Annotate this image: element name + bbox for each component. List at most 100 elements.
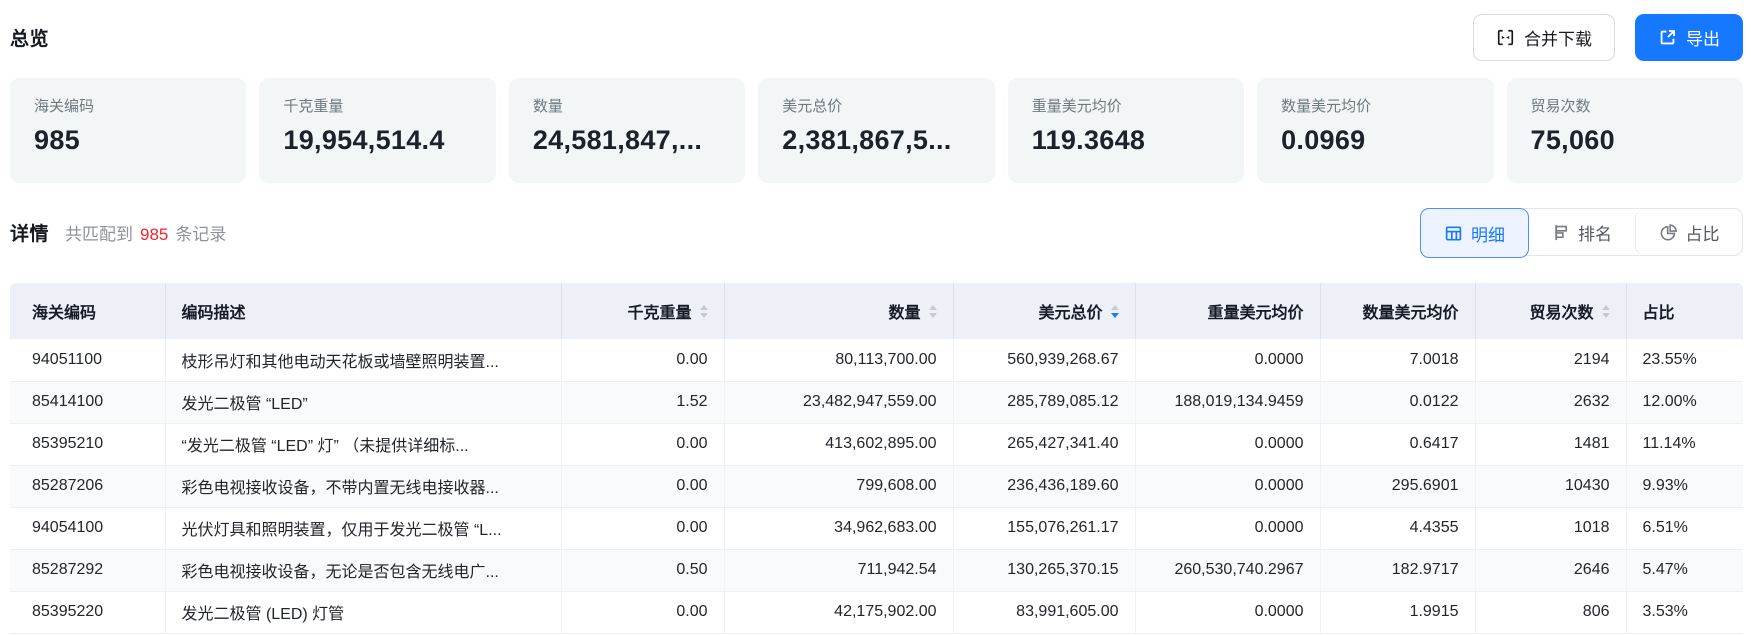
stat-card: 数量 24,581,847,... xyxy=(509,78,745,183)
table-cell: 711,942.54 xyxy=(724,549,953,591)
table-cell: 85287206 xyxy=(10,465,165,507)
table-cell: 42,175,902.00 xyxy=(724,591,953,633)
match-info: 共匹配到 985 条记录 xyxy=(65,220,226,245)
table-row[interactable]: 85287206彩色电视接收设备，不带内置无线电接收器...0.00799,60… xyxy=(10,465,1743,507)
sort-caret-icon xyxy=(929,305,937,318)
sort-caret-icon xyxy=(1602,305,1610,318)
table-cell: 4.4355 xyxy=(1320,507,1475,549)
stat-card: 千克重量19,954,514.4 xyxy=(259,78,495,183)
export-button[interactable]: 导出 xyxy=(1635,14,1743,61)
stat-label: 海关编码 xyxy=(34,95,222,116)
view-tabs: 明细 排名 占比 xyxy=(1420,208,1743,256)
column-header: 编码描述 xyxy=(165,283,561,339)
match-prefix: 共匹配到 xyxy=(65,225,133,244)
top-bar: 总览 合并下载 xyxy=(10,13,1743,61)
table-cell: 1.9915 xyxy=(1320,591,1475,633)
merge-cells-icon xyxy=(1496,28,1515,47)
sort-caret-icon xyxy=(700,305,708,318)
column-label: 占比 xyxy=(1643,299,1675,323)
table-cell: 0.00 xyxy=(561,507,724,549)
table-cell: 12.00% xyxy=(1626,381,1743,423)
stat-value: 2,381,867,5... xyxy=(782,125,970,156)
table-cell: 0.50 xyxy=(561,549,724,591)
table-cell: 彩色电视接收设备，不带内置无线电接收器... xyxy=(165,465,561,507)
column-header[interactable]: 千克重量 xyxy=(561,283,724,339)
table-cell: 285,789,085.12 xyxy=(953,381,1135,423)
table-cell: 265,427,341.40 xyxy=(953,423,1135,465)
table-cell: 85287292 xyxy=(10,549,165,591)
table-cell: 9.93% xyxy=(1626,465,1743,507)
table-cell: 光伏灯具和照明装置，仅用于发光二极管 “L... xyxy=(165,507,561,549)
stat-value: 0.0969 xyxy=(1281,125,1469,156)
table-cell: 94054100 xyxy=(10,507,165,549)
stat-label: 数量 xyxy=(533,95,721,116)
table-row[interactable]: 85287292彩色电视接收设备，无论是否包含无线电广...0.50711,94… xyxy=(10,549,1743,591)
table-row[interactable]: 85395210“发光二极管 “LED” 灯” （未提供详细标...0.0041… xyxy=(10,423,1743,465)
column-header[interactable]: 美元总价 xyxy=(953,283,1135,339)
table-cell: 3.53% xyxy=(1626,591,1743,633)
column-header[interactable]: 贸易次数 xyxy=(1475,283,1626,339)
match-suffix: 条记录 xyxy=(175,225,226,244)
column-label: 美元总价 xyxy=(1038,299,1102,323)
stats-row: 海关编码 985 千克重量19,954,514.4 数量 24,581,847,... 美… xyxy=(10,78,1743,183)
merge-download-button[interactable]: 合并下载 xyxy=(1473,14,1615,61)
table-cell: 236,436,189.60 xyxy=(953,465,1135,507)
stat-card: 重量美元均价119.3648 xyxy=(1008,78,1244,183)
table-header-row: 海关编码 编码描述 千克重量 数量 美元总价 重量美元均价数量美元均价贸易次数占比 xyxy=(10,283,1743,339)
table-cell: 发光二极管 (LED) 灯管 xyxy=(165,591,561,633)
column-header[interactable]: 数量 xyxy=(724,283,953,339)
table-cell: 130,265,370.15 xyxy=(953,549,1135,591)
table-cell: 295.6901 xyxy=(1320,465,1475,507)
column-header: 占比 xyxy=(1626,283,1743,339)
tab-detail[interactable]: 明细 xyxy=(1420,208,1529,258)
table-cell: 85395210 xyxy=(10,423,165,465)
column-header: 数量美元均价 xyxy=(1320,283,1475,339)
stat-card: 美元总价 2,381,867,5... xyxy=(758,78,994,183)
table-cell: 0.0000 xyxy=(1135,591,1320,633)
tab-label: 占比 xyxy=(1686,220,1720,245)
table-cell: 彩色电视接收设备，无论是否包含无线电广... xyxy=(165,549,561,591)
table-cell: 806 xyxy=(1475,591,1626,633)
table-cell: 83,991,605.00 xyxy=(953,591,1135,633)
pie-icon xyxy=(1659,223,1678,242)
stat-value: 24,581,847,... xyxy=(533,125,721,156)
table-cell: “发光二极管 “LED” 灯” （未提供详细标... xyxy=(165,423,561,465)
stat-card: 海关编码 985 xyxy=(10,78,246,183)
table-row[interactable]: 94054100光伏灯具和照明装置，仅用于发光二极管 “L...0.0034,9… xyxy=(10,507,1743,549)
table-cell: 23,482,947,559.00 xyxy=(724,381,953,423)
tab-label: 排名 xyxy=(1578,220,1612,245)
page-title: 总览 xyxy=(10,24,49,51)
table-cell: 182.9717 xyxy=(1320,549,1475,591)
table-row[interactable]: 85414100发光二极管 “LED”1.5223,482,947,559.00… xyxy=(10,381,1743,423)
table-cell: 23.55% xyxy=(1626,339,1743,381)
tab-proportion[interactable]: 占比 xyxy=(1635,209,1742,255)
records-table: 海关编码 编码描述 千克重量 数量 美元总价 重量美元均价数量美元均价贸易次数占比 940… xyxy=(10,283,1743,634)
column-label: 编码描述 xyxy=(182,299,246,323)
details-row: 详情 共匹配到985条记录 明细排名占比 xyxy=(10,208,1743,256)
table-cell: 0.6417 xyxy=(1320,423,1475,465)
table-cell: 11.14% xyxy=(1626,423,1743,465)
export-label: 导出 xyxy=(1686,25,1720,50)
table-row[interactable]: 94051100枝形吊灯和其他电动天花板或墙壁照明装置...0.0080,113… xyxy=(10,339,1743,381)
stat-label: 美元总价 xyxy=(782,95,970,116)
column-label: 重量美元均价 xyxy=(1207,299,1303,323)
table-row[interactable]: 85395220发光二极管 (LED) 灯管0.0042,175,902.008… xyxy=(10,591,1743,633)
stat-value: 985 xyxy=(34,125,222,156)
export-icon xyxy=(1658,28,1677,47)
tab-ranking[interactable]: 排名 xyxy=(1528,209,1635,255)
page: 总览 合并下载 xyxy=(0,13,1751,635)
column-header: 海关编码 xyxy=(10,283,165,339)
stat-value: 119.3648 xyxy=(1032,125,1220,156)
match-count: 985 xyxy=(140,225,168,244)
table-cell: 413,602,895.00 xyxy=(724,423,953,465)
table-cell: 5.47% xyxy=(1626,549,1743,591)
table-cell: 7.0018 xyxy=(1320,339,1475,381)
column-label: 数量 xyxy=(888,299,920,323)
table-cell: 0.0000 xyxy=(1135,507,1320,549)
stat-card: 数量美元均价0.0969 xyxy=(1257,78,1493,183)
table-cell: 0.0000 xyxy=(1135,339,1320,381)
table-cell: 799,608.00 xyxy=(724,465,953,507)
column-label: 海关编码 xyxy=(32,299,96,323)
table-cell: 2632 xyxy=(1475,381,1626,423)
table-cell: 0.00 xyxy=(561,423,724,465)
